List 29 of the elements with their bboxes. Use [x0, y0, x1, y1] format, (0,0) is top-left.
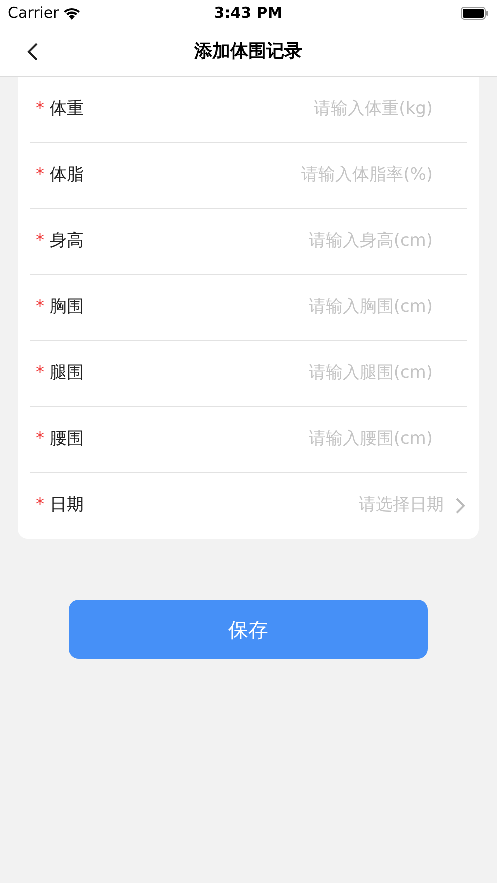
required-asterisk: * — [36, 230, 44, 253]
input-field[interactable]: 请输入体重(kg) — [100, 96, 433, 122]
required-asterisk: * — [36, 164, 44, 187]
status-time: 3:43 PM — [214, 3, 283, 24]
field-label: 身高 — [50, 230, 84, 253]
required-asterisk: * — [36, 428, 44, 451]
required-asterisk: * — [36, 362, 44, 385]
field-label: 体脂 — [50, 164, 84, 187]
required-asterisk: * — [36, 296, 44, 319]
field-label: 胸围 — [50, 296, 84, 319]
page-title: 添加体围记录 — [194, 40, 302, 64]
battery-icon — [460, 7, 489, 20]
field-label: 日期 — [50, 494, 84, 518]
field-label: 腿围 — [50, 362, 84, 385]
input-field[interactable]: 请输入腿围(cm) — [100, 360, 433, 386]
wifi-icon — [63, 7, 82, 20]
field-label: 腰围 — [50, 428, 84, 451]
input-field[interactable]: 请输入胸围(cm) — [100, 294, 433, 320]
carrier-label: Carrier — [8, 3, 60, 24]
back-icon — [27, 42, 39, 62]
required-asterisk: * — [36, 494, 44, 518]
input-field[interactable]: 请输入身高(cm) — [100, 228, 433, 254]
input-field[interactable]: 请输入腰围(cm) — [100, 426, 433, 452]
field-label: 体重 — [50, 98, 84, 121]
input-field[interactable]: 请输入体脂率(%) — [100, 162, 433, 188]
date-picker[interactable]: 请选择日期 — [100, 493, 465, 519]
required-asterisk: * — [36, 98, 44, 121]
chevron-right-icon — [456, 498, 465, 514]
save-button[interactable]: 保存 — [69, 600, 428, 659]
